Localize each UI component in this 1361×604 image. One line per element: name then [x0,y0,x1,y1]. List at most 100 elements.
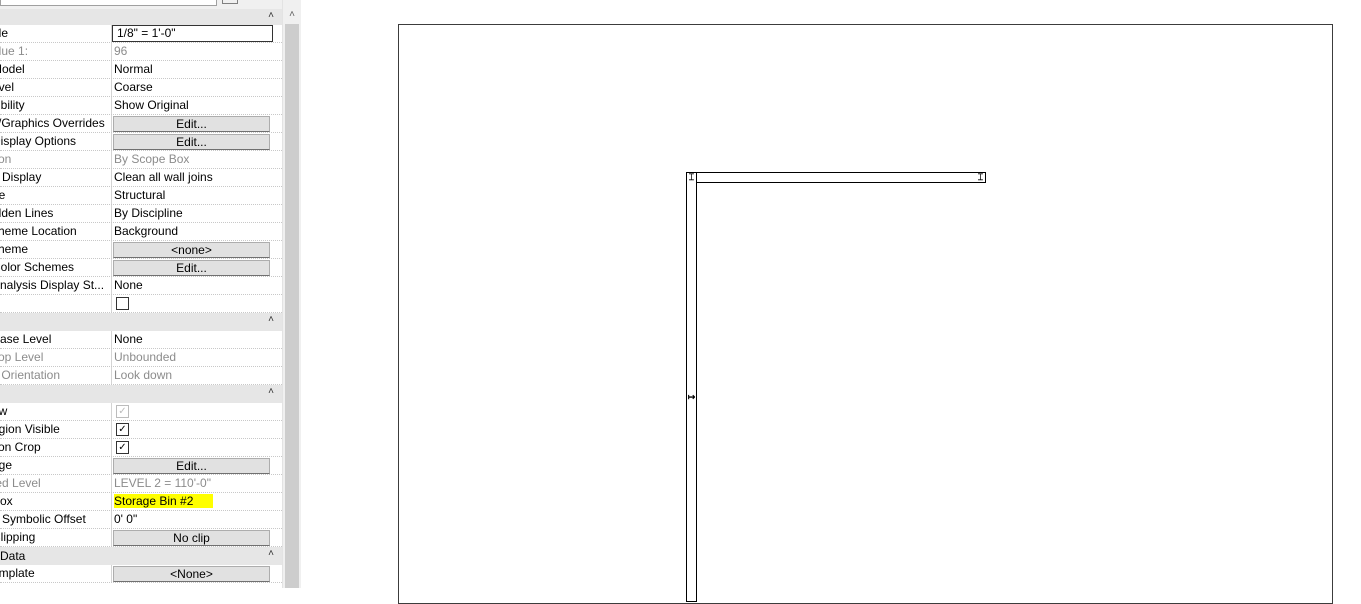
property-name: cheme [0,241,112,258]
property-name: ne [0,187,112,204]
property-name: idden Lines [0,205,112,222]
collapse-up-icon[interactable]: ˄ [266,9,276,23]
property-name: Display Options [0,133,112,150]
property-row: tionBy Scope Box [0,151,282,169]
property-row: ngeEdit... [0,457,282,475]
property-row: Analysis Display St... None [0,277,282,295]
property-checkbox: ✓ [116,405,129,418]
property-row: cheme<none> [0,241,282,259]
property-name: Color Schemes [0,259,112,276]
section-header[interactable]: Data ˄ [0,547,282,565]
property-row: Display Options Edit... [0,133,282,151]
property-row: Base LevelNone [0,331,282,349]
highlighted-scope-box-value: Storage Bin #2 [114,494,214,508]
scroll-up-arrow-icon[interactable]: ˄ [286,9,298,21]
property-edit-button[interactable]: Edit... [113,116,270,132]
property-name: cheme Location [0,223,112,240]
property-value[interactable]: Clean all wall joins [113,169,270,186]
wall-horizontal[interactable] [686,172,986,183]
property-value[interactable]: By Discipline [113,205,270,222]
property-value-input[interactable]: 1/8" = 1'-0" [112,25,273,42]
property-row: y OrientationLook down [0,367,282,385]
collapse-up-icon[interactable]: ˄ [266,385,276,399]
palette-top-toolbar [0,0,282,9]
property-row: emplate<None> [0,565,282,583]
property-row: sibilityShow Original [0,97,282,115]
property-row: ale1/8" = 1'-0" [0,25,282,43]
property-row: evelCoarse [0,79,282,97]
property-value[interactable]: Show Original [113,97,270,114]
property-value: Look down [114,368,173,382]
scrollbar-thumb[interactable] [285,24,299,588]
property-row: Top LevelUnbounded [0,349,282,367]
property-row: h [0,295,282,313]
property-value: By Scope Box [114,152,190,166]
collapse-up-icon[interactable]: ˄ [266,547,276,561]
wall-end-grip-icon[interactable]: ↦ [687,393,696,402]
properties-scrollbar[interactable]: ˄ [282,0,301,588]
property-name: ew [0,403,112,420]
edit-type-icon[interactable] [222,0,238,4]
property-value: LEVEL 2 = 110'-0" [114,476,211,490]
property-value[interactable]: 0' 0" [113,511,270,528]
property-name: h [0,295,112,312]
wall-end-grip-icon[interactable]: ⌶ [687,173,696,182]
property-value[interactable]: None [113,331,270,348]
property-row: ModelNormal [0,61,282,79]
property-name: Top Level [0,349,112,366]
property-row: egion Visible ✓ [0,421,282,439]
property-name: egion Visible [0,421,112,438]
wall-end-grip-icon[interactable]: ⌶ [976,173,985,182]
property-row: BoxStorage Bin #2 [0,493,282,511]
property-name: alue 1: [0,43,112,60]
property-name: evel [0,79,112,96]
property-row: y/Graphics Overrides Edit... [0,115,282,133]
property-row: cheme Location Background [0,223,282,241]
section-header[interactable]: ˄ [0,9,282,25]
property-edit-button[interactable]: No clip [113,530,270,546]
properties-palette: ˄ale1/8" = 1'-0"alue 1:96ModelNormalevel… [0,0,301,588]
drawing-canvas[interactable]: ⌶ ⌶ ↦ [301,0,1361,604]
property-row: tion Crop ✓ [0,439,282,457]
property-edit-button[interactable]: <None> [113,566,270,582]
section-header[interactable]: ˄ [0,385,282,403]
property-name: n Symbolic Offset [0,511,112,528]
property-value[interactable]: Storage Bin #2 [113,493,270,510]
property-edit-button[interactable]: Edit... [113,134,270,150]
property-edit-button[interactable]: Edit... [113,260,270,276]
collapse-up-icon[interactable]: ˄ [266,313,276,327]
crop-region-boundary[interactable] [398,24,1333,604]
section-header[interactable]: ˄ [0,313,282,331]
property-checkbox[interactable]: ✓ [116,423,129,436]
property-row: ClippingNo clip [0,529,282,547]
property-name: tion [0,151,112,168]
section-header-label: Data [0,549,26,563]
type-selector-edge[interactable] [0,0,217,6]
property-name: Clipping [0,529,112,546]
property-name: nge [0,457,112,474]
property-checkbox[interactable] [116,297,129,310]
property-value[interactable]: Background [113,223,270,240]
wall-vertical[interactable] [686,172,697,602]
property-row: n Symbolic Offset 0' 0" [0,511,282,529]
property-value: Unbounded [114,350,177,364]
property-row: n DisplayClean all wall joins [0,169,282,187]
property-value[interactable]: Structural [113,187,270,204]
property-name: Base Level [0,331,112,348]
property-checkbox[interactable]: ✓ [116,441,129,454]
property-name: n Display [0,169,112,186]
property-row: idden LinesBy Discipline [0,205,282,223]
property-value[interactable]: Coarse [113,79,270,96]
property-name: ted Level [0,475,112,492]
property-name: Analysis Display St... [0,277,112,294]
property-value[interactable]: Normal [113,61,270,78]
property-row: neStructural [0,187,282,205]
property-edit-button[interactable]: Edit... [113,458,270,474]
properties-grid: ˄ale1/8" = 1'-0"alue 1:96ModelNormalevel… [0,9,282,583]
property-name: y/Graphics Overrides [0,115,112,132]
property-name: ale [0,25,112,42]
property-name: tion Crop [0,439,112,456]
property-name: y Orientation [0,367,112,384]
property-value[interactable]: None [113,277,270,294]
property-edit-button[interactable]: <none> [113,242,270,258]
